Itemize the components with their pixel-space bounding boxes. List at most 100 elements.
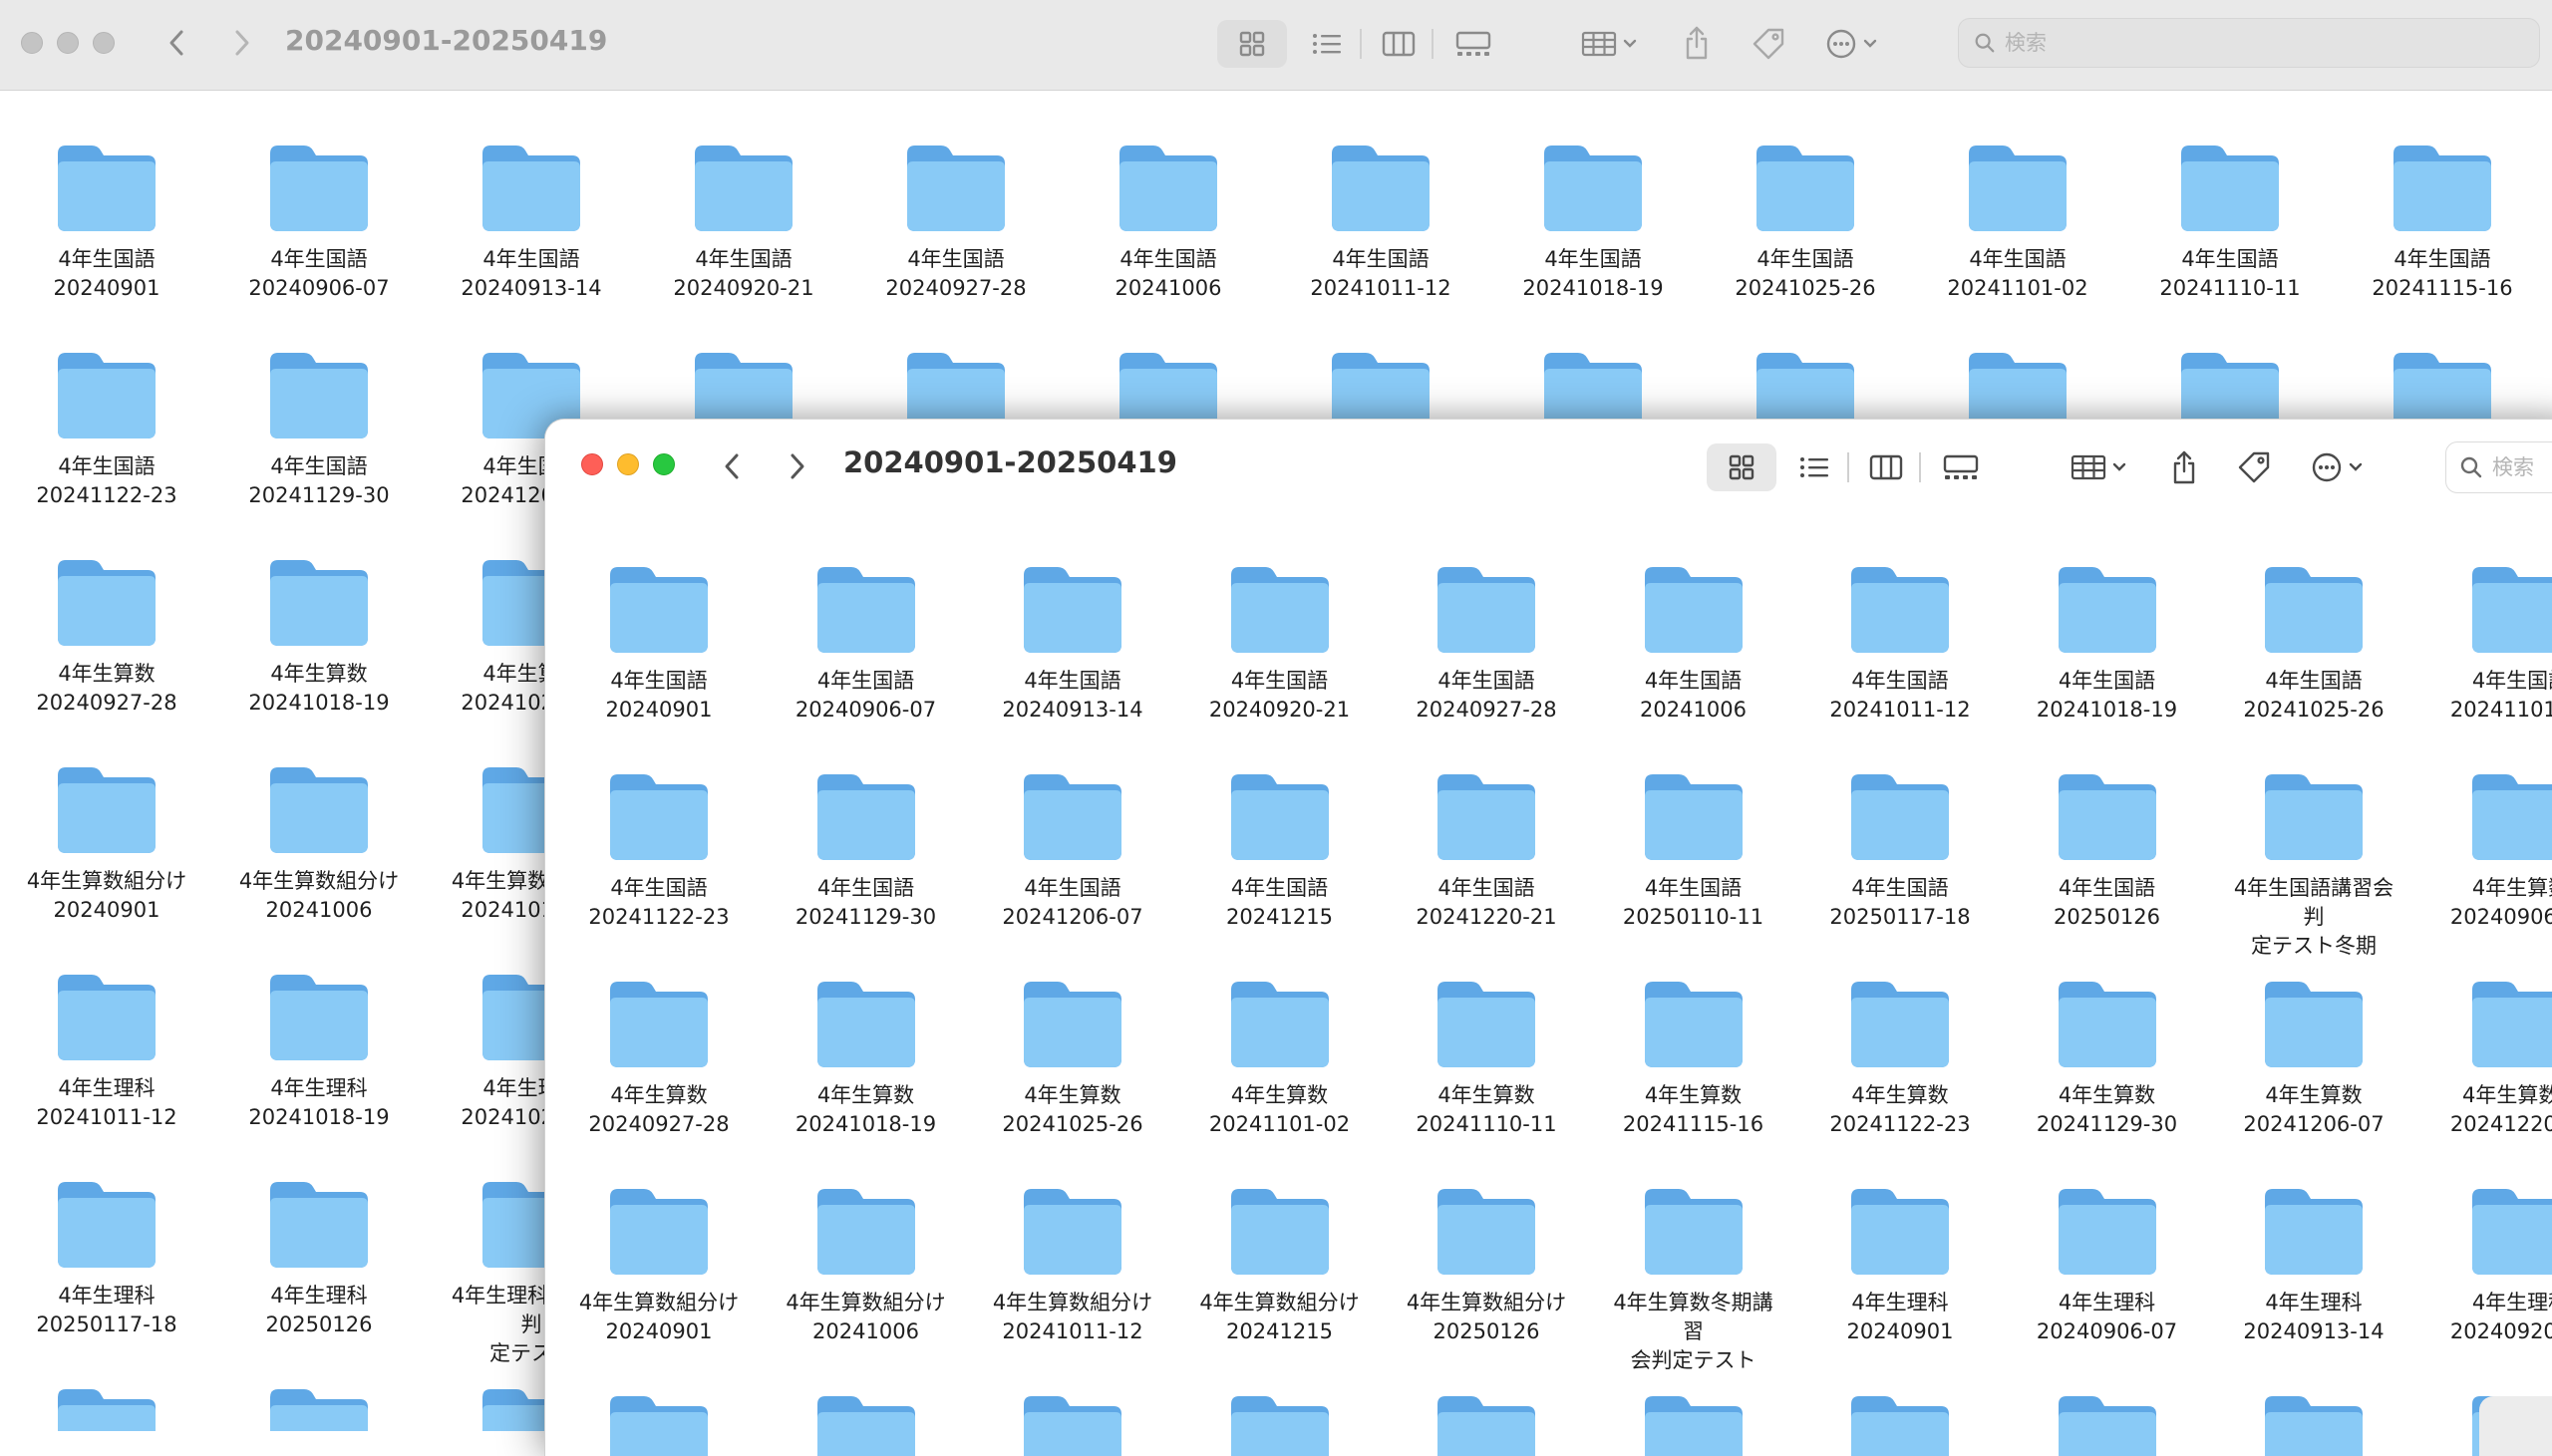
back-tag-icon[interactable]: [1747, 20, 1790, 68]
back-folder-item[interactable]: 4年生国語 20241018-19: [1503, 140, 1683, 303]
minimize-button[interactable]: [617, 453, 639, 475]
folder-item[interactable]: 4年生国語 20250117-18: [1810, 768, 1990, 932]
folder-item[interactable]: 4年生国語 20241129-30: [777, 768, 956, 932]
back-folder-item[interactable]: 4年生理科 20250117-18: [17, 1176, 196, 1339]
zoom-button[interactable]: [653, 453, 675, 475]
tag-icon[interactable]: [2232, 443, 2276, 491]
back-folder-item[interactable]: 4年生国語 20241025-26: [1716, 140, 1895, 303]
back-search-input[interactable]: [2005, 31, 2539, 55]
back-folder-item[interactable]: 4年生算数 20241018-19: [229, 554, 409, 718]
back-folder-item[interactable]: 4年生国語 20240920-21: [654, 140, 833, 303]
back-folder-item[interactable]: 4年生国語 20240927-28: [866, 140, 1046, 303]
back-gallery-view-icon[interactable]: [1445, 20, 1501, 68]
back-folder-item[interactable]: 4年生国語 20241122-23: [17, 347, 196, 510]
gallery-view-icon[interactable]: [1933, 443, 1989, 491]
back-folder-item[interactable]: 4年生理科 20241011-12: [17, 969, 196, 1132]
folder-item[interactable]: 4年生理科 20240901: [1810, 1183, 1990, 1346]
folder-item[interactable]: 4年生国語 20241025-26: [2224, 561, 2403, 725]
back-folder-item[interactable]: 4年生国語 20240906-07: [229, 140, 409, 303]
folder-item[interactable]: 4年生国語 20240906-07: [777, 561, 956, 725]
folder-item[interactable]: 4年生国語 20240913-14: [983, 561, 1162, 725]
list-view-icon[interactable]: [1789, 443, 1839, 491]
back-folder-item[interactable]: [229, 1383, 409, 1431]
close-button[interactable]: [581, 453, 603, 475]
folder-item[interactable]: 4年生算数 20241101-02: [1190, 976, 1370, 1139]
folder-item[interactable]: [569, 1390, 749, 1456]
back-folder-item[interactable]: [17, 1383, 196, 1431]
folder-item[interactable]: [2224, 1390, 2403, 1456]
folder-item[interactable]: [2018, 1390, 2197, 1456]
folder-item[interactable]: 4年生算数 20241018-19: [777, 976, 956, 1139]
back-folder-item[interactable]: 4年生国語 20240913-14: [442, 140, 621, 303]
folder-item[interactable]: 4年生理科 20240920-21: [2431, 1183, 2552, 1346]
folder-item[interactable]: [1604, 1390, 1783, 1456]
more-actions-icon[interactable]: [2308, 443, 2380, 491]
back-close-button[interactable]: [21, 32, 43, 54]
folder-item[interactable]: 4年生算数組分け 20250126: [1397, 1183, 1576, 1346]
back-folder-item[interactable]: 4年生国語 20241115-16: [2353, 140, 2532, 303]
back-folder-item[interactable]: 4年生算数組分け 20241006: [229, 761, 409, 925]
folder-item[interactable]: 4年生算数 20241206-07: [2224, 976, 2403, 1139]
folder-item[interactable]: 4年生国語 20241215: [1190, 768, 1370, 932]
folder-item[interactable]: 4年生国語 20240920-21: [1190, 561, 1370, 725]
back-folder-item[interactable]: 4年生理科 20241018-19: [229, 969, 409, 1132]
folder-item[interactable]: 4年生国語講習会判 定テスト冬期: [2224, 768, 2403, 961]
folder-item[interactable]: 4年生算数組分け 20241215: [1190, 1183, 1370, 1346]
folder-item[interactable]: 4年生算数 20241129-30: [2018, 976, 2197, 1139]
back-share-icon[interactable]: [1677, 18, 1717, 68]
forward-icon[interactable]: [779, 448, 814, 484]
back-folder-item[interactable]: 4年生国語 20240901: [17, 140, 196, 303]
folder-item[interactable]: [1810, 1390, 1990, 1456]
folder-item[interactable]: 4年生算数 20241110-11: [1397, 976, 1576, 1139]
folder-item[interactable]: [777, 1390, 956, 1456]
back-group-by-icon[interactable]: [1575, 20, 1645, 68]
back-more-actions-icon[interactable]: [1822, 20, 1894, 68]
folder-item[interactable]: 4年生理科 20240913-14: [2224, 1183, 2403, 1346]
back-icon[interactable]: [715, 448, 751, 484]
folder-item[interactable]: 4年生算数 20240927-28: [569, 976, 749, 1139]
back-list-view-icon[interactable]: [1302, 20, 1352, 68]
folder-item[interactable]: 4年生国語 20241122-23: [569, 768, 749, 932]
icon-view-icon[interactable]: [1707, 443, 1776, 491]
share-icon[interactable]: [2164, 441, 2204, 493]
folder-item[interactable]: 4年生国語 20250110-11: [1604, 768, 1783, 932]
folder-item[interactable]: [1397, 1390, 1576, 1456]
folder-item[interactable]: 4年生国語 20241101-02: [2431, 561, 2552, 725]
folder-item[interactable]: 4年生国語 20240901: [569, 561, 749, 725]
search-input[interactable]: [2492, 455, 2552, 479]
folder-item[interactable]: 4年生国語 20241011-12: [1810, 561, 1990, 725]
back-folder-item[interactable]: 4年生国語 20241110-11: [2140, 140, 2320, 303]
folder-item[interactable]: 4年生算数 20240906-07: [2431, 768, 2552, 932]
folder-item[interactable]: 4年生国語 20240927-28: [1397, 561, 1576, 725]
back-forward-icon[interactable]: [223, 25, 259, 61]
folder-item[interactable]: 4年生国語 20241018-19: [2018, 561, 2197, 725]
back-folder-item[interactable]: 4年生国語 20241011-12: [1291, 140, 1470, 303]
folder-item[interactable]: 4年生理科 20240906-07: [2018, 1183, 2197, 1346]
back-back-icon[interactable]: [160, 25, 195, 61]
folder-item[interactable]: 4年生算数組分け 20241011-12: [983, 1183, 1162, 1346]
column-view-icon[interactable]: [1861, 443, 1911, 491]
back-folder-item[interactable]: 4年生算数組分け 20240901: [17, 761, 196, 925]
back-folder-item[interactable]: 4年生理科 20250126: [229, 1176, 409, 1339]
group-by-icon[interactable]: [2065, 443, 2134, 491]
back-icon-view-icon[interactable]: [1217, 20, 1287, 68]
folder-item[interactable]: 4年生算数 a 20241220-21: [2431, 976, 2552, 1139]
folder-item[interactable]: 4年生国語 20241006: [1604, 561, 1783, 725]
search-field[interactable]: [2445, 441, 2552, 493]
folder-item[interactable]: 4年生国語 20250126: [2018, 768, 2197, 932]
back-search-field[interactable]: [1958, 18, 2540, 68]
back-folder-item[interactable]: 4年生国語 20241129-30: [229, 347, 409, 510]
folder-item[interactable]: 4年生算数 20241122-23: [1810, 976, 1990, 1139]
folder-item[interactable]: 4年生算数 20241025-26: [983, 976, 1162, 1139]
back-zoom-button[interactable]: [93, 32, 115, 54]
back-folder-item[interactable]: 4年生国語 20241006: [1079, 140, 1258, 303]
back-minimize-button[interactable]: [57, 32, 79, 54]
folder-item[interactable]: 4年生算数 20241115-16: [1604, 976, 1783, 1139]
back-folder-item[interactable]: 4年生国語 20241101-02: [1928, 140, 2107, 303]
back-folder-item[interactable]: 4年生算数 20240927-28: [17, 554, 196, 718]
folder-item[interactable]: 4年生国語 20241220-21: [1397, 768, 1576, 932]
folder-item[interactable]: [1190, 1390, 1370, 1456]
folder-item[interactable]: 4年生算数組分け 20240901: [569, 1183, 749, 1346]
folder-item[interactable]: [983, 1390, 1162, 1456]
folder-item[interactable]: 4年生国語 20241206-07: [983, 768, 1162, 932]
